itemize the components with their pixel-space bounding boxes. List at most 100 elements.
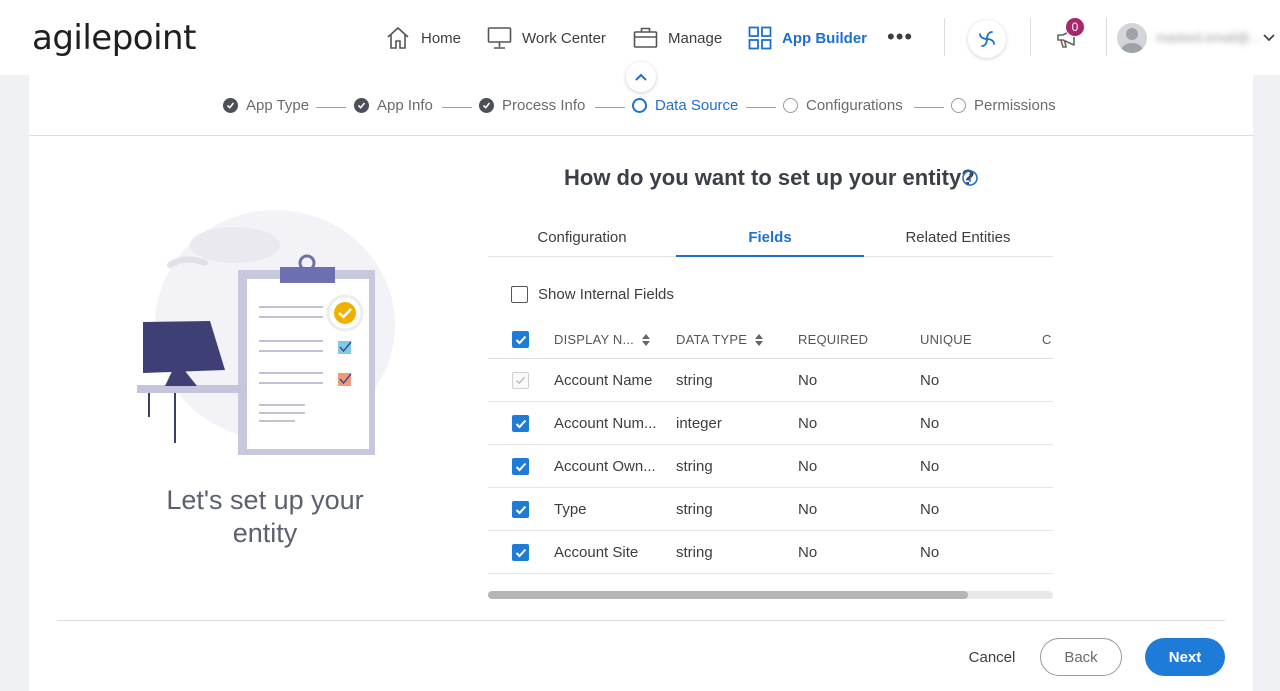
field-required: No: [798, 372, 818, 389]
sort-icon: [755, 333, 764, 346]
check-icon: [515, 462, 526, 471]
nav-home[interactable]: Home: [385, 24, 461, 52]
step-connector: [316, 107, 346, 108]
check-icon: [354, 98, 369, 113]
row-checkbox[interactable]: [512, 458, 529, 475]
divider: [488, 444, 1053, 445]
nav-work-center-label: Work Center: [522, 29, 606, 47]
step-connector: [746, 107, 776, 108]
field-required: No: [798, 415, 818, 432]
monitor-icon: [487, 27, 512, 49]
step-label: Permissions: [974, 97, 1056, 114]
step-connector: [442, 107, 472, 108]
row-checkbox[interactable]: [512, 501, 529, 518]
tab-configuration[interactable]: Configuration: [488, 229, 676, 257]
column-header-display-name[interactable]: DISPLAY N...: [554, 332, 650, 347]
chevron-up-icon: [635, 73, 647, 81]
divider: [488, 401, 1053, 402]
pending-step-icon: [783, 98, 798, 113]
info-icon[interactable]: [962, 170, 978, 191]
tab-related-entities[interactable]: Related Entities: [864, 229, 1052, 257]
column-header-unique: UNIQUE: [920, 332, 972, 347]
step-label: App Type: [246, 97, 310, 114]
field-data-type: string: [676, 372, 713, 389]
column-header-data-type[interactable]: DATA TYPE: [676, 332, 764, 347]
nav-work-center[interactable]: Work Center: [487, 24, 606, 52]
field-unique: No: [920, 458, 940, 475]
step-label: Configurations: [806, 97, 903, 114]
field-data-type: string: [676, 501, 713, 518]
ai-assistant-button[interactable]: [968, 20, 1006, 58]
row-checkbox[interactable]: [512, 415, 529, 432]
field-required: No: [798, 544, 818, 561]
divider: [488, 358, 1053, 359]
tab-fields[interactable]: Fields: [676, 229, 864, 257]
divider: [57, 620, 1225, 621]
divider: [488, 487, 1053, 488]
more-menu-button[interactable]: •••: [887, 26, 913, 48]
nav-manage[interactable]: Manage: [633, 24, 722, 52]
field-data-type: string: [676, 458, 713, 475]
step-data-source[interactable]: Data Source: [632, 97, 738, 114]
field-unique: No: [920, 544, 940, 561]
step-configurations[interactable]: Configurations: [783, 97, 903, 114]
field-data-type: integer: [676, 415, 722, 432]
divider: [1030, 18, 1031, 56]
step-app-type[interactable]: App Type: [223, 97, 309, 114]
step-connector: [595, 107, 625, 108]
field-required: No: [798, 458, 818, 475]
user-icon: [1121, 28, 1143, 53]
step-permissions[interactable]: Permissions: [951, 97, 1056, 114]
left-panel-title: Let's set up your entity: [140, 484, 390, 550]
chevron-down-icon[interactable]: [1262, 30, 1276, 48]
home-icon: [387, 26, 409, 49]
column-header-truncated: C: [1042, 332, 1052, 347]
scrollbar-thumb[interactable]: [488, 591, 969, 599]
back-button[interactable]: Back: [1040, 638, 1122, 676]
cancel-button[interactable]: Cancel: [960, 638, 1024, 676]
check-icon: [515, 335, 526, 344]
step-label: App Info: [377, 97, 433, 114]
column-header-label: DISPLAY N...: [554, 332, 634, 347]
briefcase-icon: [633, 27, 658, 48]
divider: [29, 135, 1253, 136]
nav-app-builder[interactable]: App Builder: [748, 24, 867, 52]
show-internal-fields-checkbox[interactable]: [511, 286, 528, 303]
row-checkbox-disabled: [512, 372, 529, 389]
field-display-name: Type: [554, 501, 587, 518]
notification-count-badge: 0: [1065, 17, 1085, 37]
page-title: How do you want to set up your entity?: [564, 165, 975, 190]
left-title-line-1: Let's set up your: [166, 485, 364, 515]
divider: [488, 530, 1053, 531]
grid-icon: [748, 26, 772, 50]
column-header-label: DATA TYPE: [676, 332, 748, 347]
avatar[interactable]: [1117, 23, 1147, 53]
row-checkbox[interactable]: [512, 544, 529, 561]
next-button[interactable]: Next: [1145, 638, 1225, 676]
entity-setup-illustration: [137, 210, 395, 455]
show-internal-fields-label: Show Internal Fields: [538, 286, 674, 303]
entity-tabs: Configuration Fields Related Entities: [488, 229, 1053, 257]
user-name: masked.email@...: [1156, 30, 1261, 45]
column-header-required: REQUIRED: [798, 332, 869, 347]
field-unique: No: [920, 372, 940, 389]
step-label: Data Source: [655, 97, 739, 114]
step-process-info[interactable]: Process Info: [479, 97, 585, 114]
step-app-info[interactable]: App Info: [354, 97, 433, 114]
agilepoint-logo[interactable]: agilepoint: [32, 18, 196, 58]
field-display-name: Account Own...: [554, 458, 656, 475]
left-title-line-2: entity: [232, 518, 298, 548]
field-data-type: string: [676, 544, 713, 561]
horizontal-scrollbar[interactable]: [488, 591, 1053, 599]
check-icon: [515, 376, 526, 385]
pinwheel-icon: [979, 31, 995, 47]
check-icon: [515, 419, 526, 428]
select-all-checkbox[interactable]: [512, 331, 529, 348]
field-display-name: Account Name: [554, 372, 653, 389]
step-label: Process Info: [502, 97, 586, 114]
field-unique: No: [920, 501, 940, 518]
check-icon: [223, 98, 238, 113]
step-connector: [914, 107, 944, 108]
collapse-header-button[interactable]: [626, 62, 656, 92]
divider: [1106, 18, 1107, 56]
